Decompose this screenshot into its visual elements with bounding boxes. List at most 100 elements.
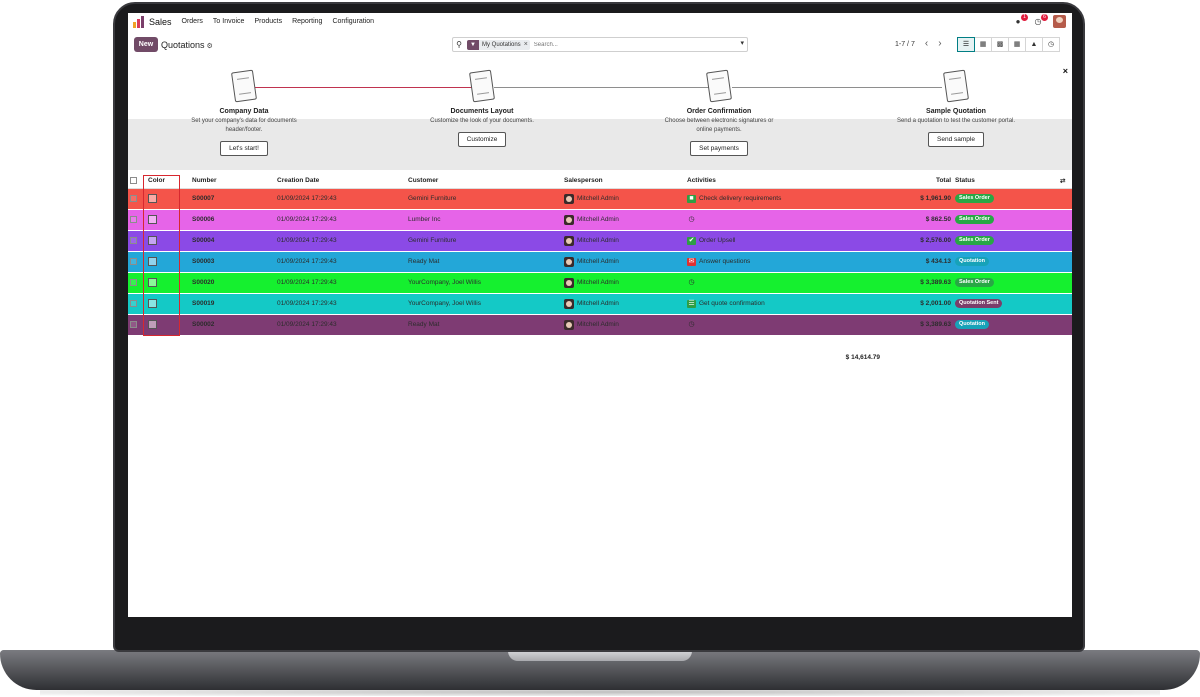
calendar-view-icon[interactable]: ▩ bbox=[991, 37, 1009, 52]
column-color[interactable]: Color bbox=[142, 174, 190, 189]
row-select[interactable] bbox=[128, 293, 142, 315]
select-all-header[interactable] bbox=[128, 174, 142, 189]
order-number[interactable]: S00019 bbox=[190, 293, 275, 315]
clock-icon[interactable]: ◷ bbox=[687, 279, 696, 287]
send-sample-button[interactable]: Send sample bbox=[928, 132, 984, 147]
list-view-icon[interactable]: ☰ bbox=[957, 37, 975, 52]
color-checkbox[interactable] bbox=[148, 257, 157, 266]
row-color-cell[interactable] bbox=[142, 293, 190, 315]
order-number[interactable]: S00003 bbox=[190, 251, 275, 273]
row-select[interactable] bbox=[128, 188, 142, 210]
menu-to-invoice[interactable]: To Invoice bbox=[213, 18, 245, 25]
kanban-view-icon[interactable]: ▦ bbox=[974, 37, 992, 52]
step-title: Order Confirmation bbox=[686, 108, 752, 115]
activity-cell[interactable]: ◷ bbox=[685, 272, 835, 294]
pager-next-icon[interactable]: › bbox=[938, 39, 941, 49]
color-checkbox[interactable] bbox=[148, 320, 157, 329]
row-color-cell[interactable] bbox=[142, 314, 190, 336]
salesperson-avatar bbox=[564, 235, 574, 246]
row-select[interactable] bbox=[128, 272, 142, 294]
gear-icon[interactable]: ⚙ bbox=[207, 43, 213, 50]
order-number[interactable]: S00020 bbox=[190, 272, 275, 294]
search-icon[interactable]: ⚲ bbox=[453, 40, 465, 49]
row-checkbox[interactable] bbox=[130, 215, 137, 223]
activity-clock-icon[interactable]: ◷ 6 bbox=[1033, 13, 1048, 27]
graph-view-icon[interactable]: ▲ bbox=[1025, 37, 1043, 52]
optional-columns-toggle[interactable]: ⇄ bbox=[1058, 174, 1072, 189]
color-checkbox[interactable] bbox=[148, 278, 157, 287]
activity-cell[interactable]: ✔ Order Upsell bbox=[685, 230, 835, 252]
document-dollar-icon bbox=[231, 69, 257, 103]
chat-icon[interactable]: ● 1 bbox=[1013, 13, 1028, 27]
table-row[interactable]: S00007 01/09/2024 17:29:43 Gemini Furnitur… bbox=[128, 188, 1072, 210]
select-all-checkbox[interactable] bbox=[130, 177, 137, 185]
clock-icon[interactable]: ◷ bbox=[687, 321, 696, 329]
close-icon[interactable]: × bbox=[1063, 66, 1068, 76]
row-checkbox[interactable] bbox=[130, 320, 137, 328]
row-checkbox[interactable] bbox=[130, 299, 137, 307]
row-select[interactable] bbox=[128, 251, 142, 273]
color-checkbox[interactable] bbox=[148, 236, 157, 245]
remove-facet-icon[interactable]: × bbox=[524, 41, 530, 48]
color-checkbox[interactable] bbox=[148, 299, 157, 308]
envelope-icon[interactable]: ✉ bbox=[687, 257, 696, 266]
pivot-view-icon[interactable]: ▦ bbox=[1008, 37, 1026, 52]
search-input[interactable] bbox=[533, 41, 714, 48]
activity-cell[interactable]: ◷ bbox=[685, 209, 835, 231]
search-options-toggle[interactable]: ▾ bbox=[740, 39, 744, 47]
order-number[interactable]: S00007 bbox=[190, 188, 275, 210]
column-status[interactable]: Status bbox=[953, 174, 1058, 189]
row-color-cell[interactable] bbox=[142, 188, 190, 210]
activity-cell[interactable]: ■ Check delivery requirements bbox=[685, 188, 835, 210]
table-row[interactable]: S00002 01/09/2024 17:29:43 Ready Mat Mitche… bbox=[128, 314, 1072, 336]
table-row[interactable]: S00004 01/09/2024 17:29:43 Gemini Furnitur… bbox=[128, 230, 1072, 252]
menu-products[interactable]: Products bbox=[254, 18, 282, 25]
order-number[interactable]: S00004 bbox=[190, 230, 275, 252]
row-select[interactable] bbox=[128, 230, 142, 252]
table-row[interactable]: S00003 01/09/2024 17:29:43 Ready Mat Mitche… bbox=[128, 251, 1072, 273]
activity-cell[interactable]: ☰ Get quote confirmation bbox=[685, 293, 835, 315]
customize-button[interactable]: Customize bbox=[457, 132, 507, 147]
order-number[interactable]: S00002 bbox=[190, 314, 275, 336]
row-color-cell[interactable] bbox=[142, 272, 190, 294]
new-button[interactable]: New bbox=[134, 37, 158, 52]
list-icon[interactable]: ☰ bbox=[687, 299, 696, 308]
truck-icon[interactable]: ■ bbox=[687, 194, 696, 203]
menu-reporting[interactable]: Reporting bbox=[292, 18, 322, 25]
column-creation-date[interactable]: Creation Date bbox=[275, 174, 406, 189]
pager-previous-icon[interactable]: ‹ bbox=[925, 39, 928, 49]
row-checkbox[interactable] bbox=[130, 236, 137, 244]
row-checkbox[interactable] bbox=[130, 194, 137, 202]
order-number[interactable]: S00006 bbox=[190, 209, 275, 231]
column-number[interactable]: Number bbox=[190, 174, 275, 189]
table-row[interactable]: S00006 01/09/2024 17:29:43 Lumber Inc Mitch… bbox=[128, 209, 1072, 231]
menu-configuration[interactable]: Configuration bbox=[332, 18, 374, 25]
menu-orders[interactable]: Orders bbox=[182, 18, 203, 25]
table-row[interactable]: S00020 01/09/2024 17:29:43 YourCompany, Jo… bbox=[128, 272, 1072, 294]
row-select[interactable] bbox=[128, 314, 142, 336]
column-total[interactable]: Total bbox=[835, 174, 953, 189]
row-checkbox[interactable] bbox=[130, 257, 137, 265]
column-activities[interactable]: Activities bbox=[685, 174, 835, 189]
column-customer[interactable]: Customer bbox=[406, 174, 562, 189]
activity-cell[interactable]: ◷ bbox=[685, 314, 835, 336]
set-payments-button[interactable]: Set payments bbox=[690, 141, 748, 156]
row-color-cell[interactable] bbox=[142, 251, 190, 273]
color-checkbox[interactable] bbox=[148, 194, 157, 203]
lets-start-button[interactable]: Let's start! bbox=[220, 141, 268, 156]
clock-icon[interactable]: ◷ bbox=[687, 216, 696, 224]
row-select[interactable] bbox=[128, 209, 142, 231]
sales-app-icon[interactable] bbox=[133, 15, 145, 28]
app-title[interactable]: Sales bbox=[149, 17, 172, 27]
pager-value[interactable]: 1-7 / 7 bbox=[895, 41, 915, 48]
activity-cell[interactable]: ✉ Answer questions bbox=[685, 251, 835, 273]
color-checkbox[interactable] bbox=[148, 215, 157, 224]
row-color-cell[interactable] bbox=[142, 209, 190, 231]
row-color-cell[interactable] bbox=[142, 230, 190, 252]
activity-view-icon[interactable]: ◷ bbox=[1042, 37, 1060, 52]
column-salesperson[interactable]: Salesperson bbox=[562, 174, 685, 189]
table-row[interactable]: S00019 01/09/2024 17:29:43 YourCompany, Jo… bbox=[128, 293, 1072, 315]
row-checkbox[interactable] bbox=[130, 278, 137, 286]
check-icon[interactable]: ✔ bbox=[687, 236, 696, 245]
user-avatar[interactable] bbox=[1053, 15, 1066, 28]
